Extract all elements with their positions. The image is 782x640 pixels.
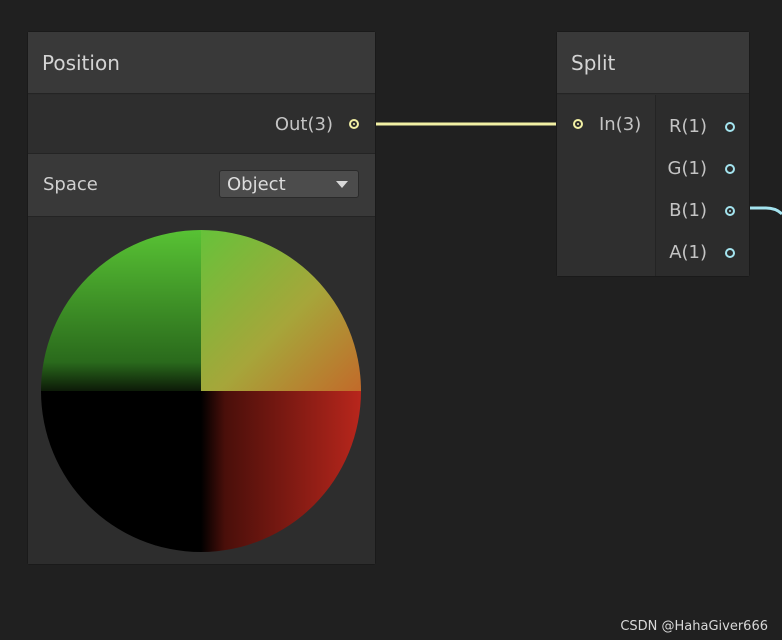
split-output-label: A(1) — [669, 242, 707, 263]
space-dropdown[interactable]: Object — [219, 170, 359, 198]
chevron-down-icon — [336, 181, 348, 188]
split-node[interactable]: Split In(3) R(1) G(1) B(1) A(1) — [557, 32, 749, 276]
split-node-header[interactable]: Split — [557, 32, 749, 94]
split-output-g-port-icon[interactable] — [725, 164, 735, 174]
split-node-title: Split — [571, 50, 616, 75]
position-output-port-icon[interactable] — [349, 119, 359, 129]
position-node-header[interactable]: Position — [28, 32, 375, 94]
position-node-title: Position — [42, 50, 120, 75]
space-label: Space — [43, 174, 98, 195]
split-input-column: In(3) — [557, 95, 656, 276]
split-input-port-icon[interactable] — [573, 119, 583, 129]
preview-quadrant-bottom-left — [41, 391, 201, 552]
split-output-label: R(1) — [668, 116, 707, 137]
preview-quadrant-bottom-right — [201, 391, 361, 552]
split-output-row-r: R(1) — [656, 106, 749, 146]
split-output-b-port-icon[interactable] — [725, 206, 735, 216]
position-output-label: Out(3) — [274, 114, 333, 135]
position-node[interactable]: Position Out(3) Space Object — [28, 32, 375, 564]
node-preview — [28, 217, 375, 564]
split-output-label: B(1) — [669, 200, 707, 221]
split-output-row-b: B(1) — [656, 190, 749, 230]
split-output-label: G(1) — [667, 158, 707, 179]
split-output-row-a: A(1) — [656, 232, 749, 272]
split-output-row-g: G(1) — [656, 148, 749, 188]
space-setting-row: Space Object — [28, 154, 375, 217]
preview-quadrant-top-right — [201, 230, 361, 391]
watermark: CSDN @HahaGiver666 — [620, 619, 768, 634]
preview-quadrant-top-left — [41, 230, 201, 391]
position-output-row: Out(3) — [28, 95, 375, 154]
split-output-r-port-icon[interactable] — [725, 122, 735, 132]
preview-sphere-image — [41, 230, 361, 552]
split-input-label: In(3) — [599, 114, 642, 135]
split-output-a-port-icon[interactable] — [725, 248, 735, 258]
split-output-column: R(1) G(1) B(1) A(1) — [656, 95, 749, 276]
space-dropdown-value: Object — [227, 174, 286, 195]
